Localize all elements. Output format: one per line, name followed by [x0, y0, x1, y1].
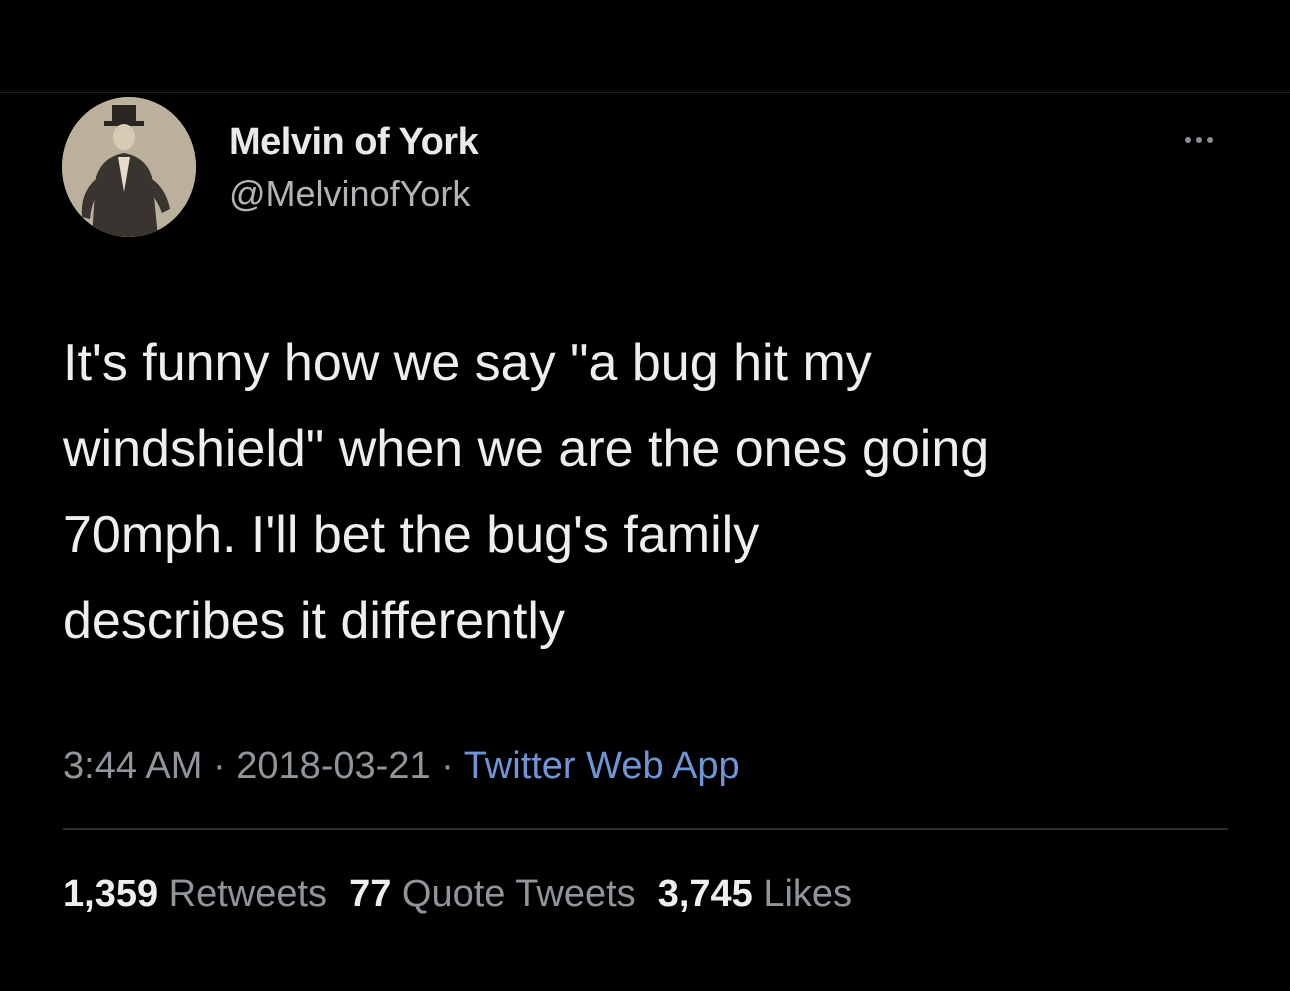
- tweet-text: It's funny how we say "a bug hit my wind…: [63, 334, 990, 650]
- quote-tweets-label: Quote Tweets: [401, 873, 636, 915]
- meta-separator: ·: [441, 745, 454, 787]
- more-dot: [1207, 137, 1213, 143]
- likes-count: 3,745: [657, 873, 753, 915]
- retweets-count: 1,359: [63, 873, 159, 915]
- meta-separator: ·: [212, 745, 226, 787]
- likes-label: Likes: [763, 873, 853, 915]
- quote-tweets-stat[interactable]: 77 Quote Tweets: [349, 873, 636, 915]
- tweet-source-link[interactable]: Twitter Web App: [464, 745, 740, 787]
- avatar-portrait-image: [62, 97, 196, 237]
- quote-tweets-count: 77: [349, 873, 392, 915]
- author-handle[interactable]: @MelvinofYork: [229, 168, 478, 220]
- tweet-time[interactable]: 3:44 AM: [63, 745, 202, 787]
- likes-stat[interactable]: 3,745 Likes: [658, 873, 852, 915]
- more-dot: [1196, 137, 1202, 143]
- retweets-stat[interactable]: 1,359 Retweets: [63, 873, 327, 915]
- tweet-card: Melvin of York @MelvinofYork It's funny …: [0, 0, 1290, 991]
- avatar[interactable]: [62, 97, 196, 237]
- retweets-label: Retweets: [168, 873, 328, 915]
- tweet-stats: 1,359 Retweets 77 Quote Tweets 3,745 Likes: [63, 866, 874, 922]
- more-dot: [1185, 137, 1191, 143]
- author-block[interactable]: Melvin of York @MelvinofYork: [229, 118, 479, 220]
- tweet-date[interactable]: 2018-03-21: [236, 745, 430, 787]
- author-display-name[interactable]: Melvin of York: [229, 118, 479, 166]
- more-horizontal-icon[interactable]: [1174, 128, 1224, 152]
- stats-divider: [63, 828, 1228, 830]
- tweet-meta: 3:44 AM · 2018-03-21 · Twitter Web App: [63, 738, 740, 794]
